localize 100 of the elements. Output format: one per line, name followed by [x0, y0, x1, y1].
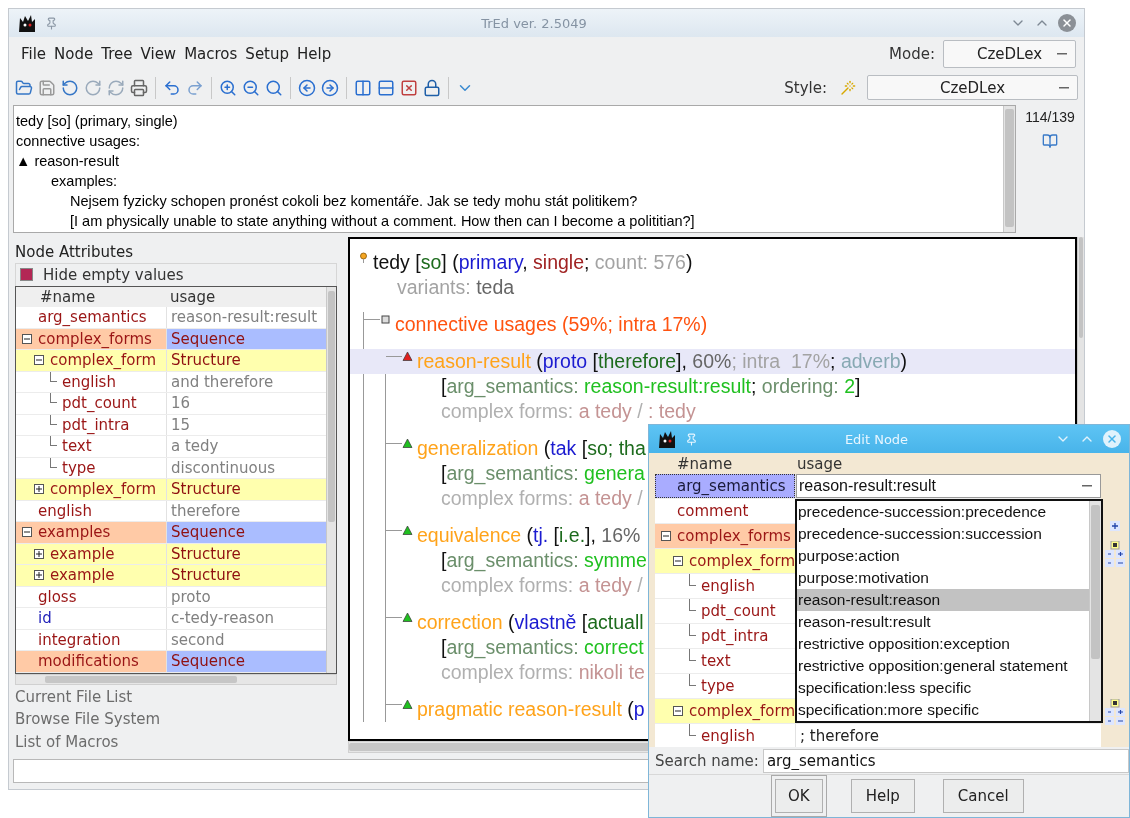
pin-icon[interactable]	[45, 16, 58, 30]
save-icon[interactable]	[38, 78, 56, 97]
attribute-value[interactable]: Sequence	[166, 651, 326, 672]
menu-item[interactable]: Node	[50, 45, 98, 63]
plus-icon[interactable]	[1110, 521, 1120, 531]
attribute-name[interactable]: id	[38, 609, 52, 628]
menu-item[interactable]: Help	[293, 45, 336, 63]
attribute-name[interactable]: type	[62, 458, 96, 477]
arrow-right-circle-icon[interactable]	[321, 78, 339, 97]
dot-icon[interactable]	[358, 252, 369, 263]
menu-item[interactable]: View	[136, 45, 181, 63]
triangle-icon[interactable]	[402, 438, 413, 449]
dropdown-option[interactable]: specification:more specific	[797, 699, 1089, 721]
expand-icon[interactable]	[34, 484, 44, 495]
attribute-name[interactable]: integration	[38, 630, 121, 649]
attribute-name[interactable]: pdt_count	[62, 394, 137, 413]
mode-dropdown[interactable]: CzeDLex	[943, 40, 1076, 68]
column-header[interactable]: usage	[795, 454, 1101, 473]
menu-item[interactable]: Tree	[97, 45, 137, 63]
undo-icon[interactable]	[163, 78, 181, 97]
collapse-icon[interactable]	[673, 556, 683, 566]
menu-item[interactable]: File	[17, 45, 51, 63]
scrollbar[interactable]	[326, 287, 336, 673]
attribute-value[interactable]: Sequence	[166, 522, 326, 543]
attribute-name[interactable]: english	[62, 372, 116, 391]
attribute-name[interactable]: gloss	[38, 587, 77, 606]
columns-icon[interactable]	[354, 78, 372, 97]
node-label[interactable]: reason-result (proto [therefore], 60%; intra 17%; adverb)	[350, 349, 1075, 374]
panel-link[interactable]: Browse File System	[15, 707, 341, 731]
dropdown-option[interactable]: purpose:action	[797, 545, 1089, 567]
dialog-button[interactable]: Help	[850, 779, 915, 814]
attribute-value[interactable]: Structure	[166, 543, 326, 565]
arrow-left-circle-icon[interactable]	[298, 78, 316, 97]
search-icon[interactable]	[265, 78, 283, 97]
collapse-icon[interactable]	[22, 527, 32, 538]
node-label[interactable]: equivalence (tj. [i.e.], 16%	[417, 523, 641, 548]
column-header[interactable]: usage	[166, 288, 326, 307]
attribute-name[interactable]: text	[701, 652, 731, 670]
triangle-icon[interactable]	[402, 699, 413, 710]
search-label: Search name:	[655, 751, 759, 770]
dropdown-option[interactable]: reason-result:reason	[797, 589, 1089, 611]
square-x-icon[interactable]	[400, 78, 418, 97]
lock-icon[interactable]	[423, 78, 441, 97]
rows-icon[interactable]	[377, 78, 395, 97]
zoom-in-icon[interactable]	[219, 78, 237, 97]
collapse-icon[interactable]	[22, 333, 32, 344]
style-dropdown[interactable]: CzeDLex	[867, 75, 1078, 100]
attribute-value[interactable]: Structure	[166, 350, 326, 371]
dropdown-option[interactable]: purpose:motivation	[797, 567, 1089, 589]
dropdown-option[interactable]: restrictive opposition:general statement	[797, 655, 1089, 677]
dropdown-option[interactable]: restrictive opposition:exception	[797, 633, 1089, 655]
scrollbar[interactable]	[1003, 106, 1015, 232]
dropdown-option[interactable]: reason-result:result	[797, 611, 1089, 633]
dropdown-option[interactable]: precedence-succession:precedence	[797, 501, 1089, 523]
attribute-value[interactable]: Sequence	[166, 328, 326, 350]
square-icon[interactable]	[380, 314, 391, 325]
panel-link[interactable]: List of Macros	[15, 730, 341, 753]
expand-icon[interactable]	[34, 570, 44, 581]
zoom-out-icon[interactable]	[242, 78, 260, 97]
column-header[interactable]: #name	[655, 454, 795, 473]
attribute-value[interactable]: Structure	[166, 565, 326, 586]
column-header[interactable]: #name	[16, 288, 166, 307]
node-tools-icon[interactable]	[1105, 699, 1125, 725]
attribute-name[interactable]: pdt_intra	[62, 415, 130, 434]
dropdown-option[interactable]: specification:less specific	[797, 677, 1089, 699]
triangle-icon[interactable]	[402, 351, 413, 362]
expand-icon[interactable]	[34, 548, 44, 559]
attribute-value[interactable]: Structure	[166, 479, 326, 500]
collapse-icon[interactable]	[34, 355, 44, 366]
checkbox[interactable]	[20, 268, 33, 282]
collapse-icon[interactable]	[673, 706, 683, 716]
folder-icon[interactable]	[15, 78, 33, 97]
node-detail: complex forms: nikoli te	[440, 660, 645, 685]
node-label[interactable]: pragmatic reason-result (p	[417, 697, 645, 722]
printer-icon[interactable]	[130, 78, 148, 97]
attribute-name[interactable]: arg_semantics	[38, 308, 147, 327]
redo-icon[interactable]	[186, 78, 204, 97]
attribute-name[interactable]: text	[62, 437, 92, 456]
node-label[interactable]: generalization (tak [so; tha	[417, 436, 646, 461]
menu-item[interactable]: Macros	[180, 45, 242, 63]
node-label[interactable]: tedy [so] (primary, single; count: 576)	[373, 250, 693, 275]
book-icon[interactable]	[1042, 133, 1058, 149]
circle-arrow-icon[interactable]	[61, 78, 79, 97]
node-tools-icon[interactable]	[1105, 541, 1125, 567]
value-field[interactable]: reason-result:result	[796, 474, 1101, 498]
triangle-icon[interactable]	[402, 612, 413, 623]
attribute-value[interactable]: ; therefore	[795, 724, 1101, 748]
checkbox-row[interactable]: Hide empty values	[15, 262, 337, 287]
menu-item[interactable]: Setup	[241, 45, 294, 63]
collapse-icon[interactable]	[661, 531, 671, 541]
caret-icon	[1082, 484, 1092, 488]
attribute-name[interactable]: english	[38, 501, 92, 520]
search-field[interactable]: arg_semantics	[762, 748, 1129, 773]
dialog-button[interactable]: Cancel	[942, 779, 1024, 814]
node-label[interactable]: correction (vlastně [actuall	[417, 610, 644, 635]
dropdown-option[interactable]: precedence-succession:succession	[797, 523, 1089, 545]
scrollbar[interactable]	[1089, 501, 1101, 721]
attribute-name[interactable]: type	[701, 677, 735, 695]
triangle-icon[interactable]	[402, 525, 413, 536]
panel-link[interactable]: Current File List	[15, 685, 341, 708]
